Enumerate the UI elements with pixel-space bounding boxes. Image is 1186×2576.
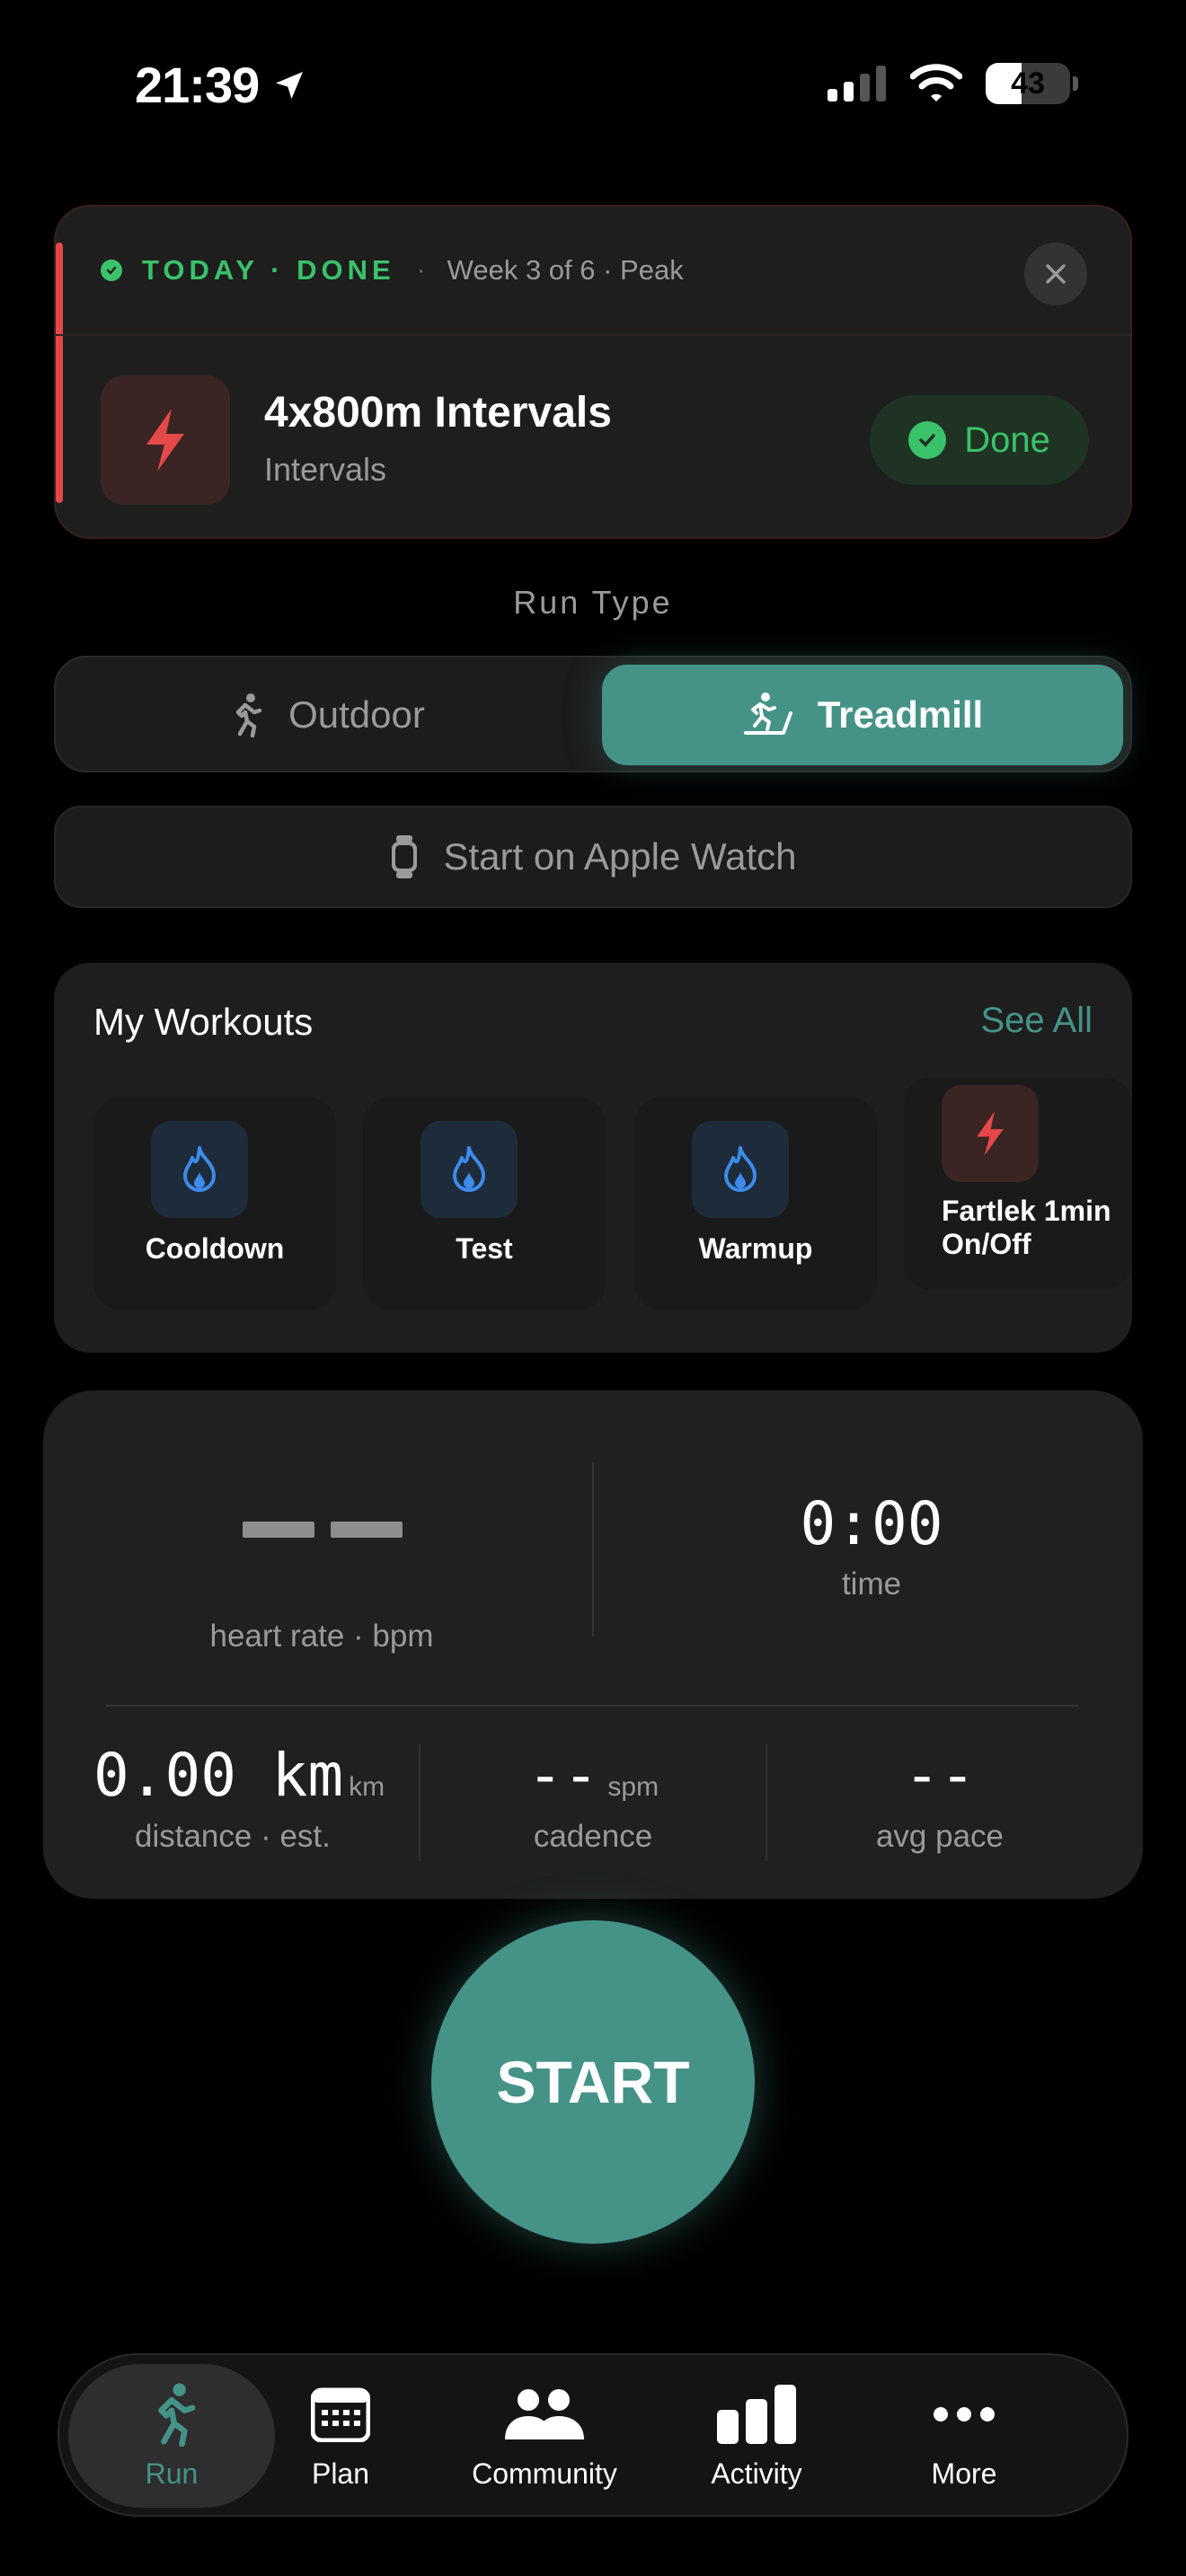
tab-label: Community <box>472 2457 617 2490</box>
today-status-label: TODAY · DONE <box>142 254 395 286</box>
distance-unit: km <box>349 1772 385 1802</box>
tab-plan[interactable]: Plan <box>244 2364 437 2508</box>
distance-stat: 0.00 km km distance · est. <box>93 1741 453 1920</box>
flame-icon <box>692 1121 789 1218</box>
battery-level: 43 <box>1011 66 1045 101</box>
today-workout-card[interactable]: TODAY · DONE · Week 3 of 6 · Peak 4x800m… <box>54 205 1132 539</box>
divider <box>592 1462 594 1636</box>
workout-tile-cooldown[interactable]: Cooldown <box>93 1098 336 1310</box>
heart-rate-label: heart rate · bpm <box>209 1619 434 1654</box>
flame-icon <box>151 1121 248 1218</box>
pace-value: -- <box>904 1741 976 1810</box>
clock-text: 21:39 <box>135 57 260 113</box>
tab-label: Activity <box>711 2457 802 2490</box>
check-circle-icon <box>908 421 947 459</box>
start-button[interactable]: START <box>431 1920 755 2244</box>
location-arrow-icon <box>276 71 304 99</box>
flame-icon <box>420 1121 518 1218</box>
workout-tile-warmup[interactable]: Warmup <box>634 1098 877 1310</box>
cellular-signal-icon <box>828 66 886 101</box>
check-circle-icon <box>101 260 122 281</box>
pace-label: avg pace <box>875 1819 1005 1854</box>
tab-bar: Run Plan Community Activity More <box>58 2353 1128 2517</box>
cadence-label: cadence <box>533 1819 653 1854</box>
distance-label: distance · est. <box>135 1819 331 1854</box>
workout-tile-label: Fartlek 1min On/Off <box>942 1195 1111 1260</box>
bar-chart-icon <box>717 2382 796 2447</box>
workout-tile-test[interactable]: Test <box>363 1098 606 1310</box>
workout-title: 4x800m Intervals <box>264 389 612 437</box>
run-type-treadmill[interactable]: Treadmill <box>602 665 1123 765</box>
bolt-icon <box>942 1085 1039 1182</box>
watch-icon <box>391 835 417 878</box>
run-type-label: Run Type <box>513 584 673 621</box>
tab-label: Plan <box>311 2457 370 2490</box>
plan-week-text: Week 3 of 6 · Peak <box>447 254 684 286</box>
close-icon <box>1046 264 1066 284</box>
today-header: TODAY · DONE · Week 3 of 6 · Peak <box>56 207 1130 336</box>
workout-tile-fartlek[interactable]: Fartlek 1min On/Off <box>904 1078 1132 1290</box>
tab-more[interactable]: More <box>861 2364 1067 2508</box>
status-time: 21:39 <box>135 56 307 114</box>
ellipsis-icon <box>933 2382 996 2447</box>
runner-icon <box>143 2382 200 2447</box>
tab-label: More <box>931 2457 997 2490</box>
people-icon <box>501 2382 588 2447</box>
tab-community[interactable]: Community <box>437 2364 652 2508</box>
workout-tile-label: Cooldown <box>145 1232 285 1265</box>
run-type-selector: Outdoor Treadmill <box>54 656 1132 772</box>
heart-rate-placeholder <box>243 1522 403 1538</box>
calendar-icon <box>311 2382 370 2447</box>
workout-tile-label: Test <box>456 1232 513 1265</box>
done-label: Done <box>964 419 1050 460</box>
time-label: time <box>841 1566 902 1601</box>
outdoor-label: Outdoor <box>288 693 425 736</box>
workout-type: Intervals <box>264 451 387 488</box>
pace-stat: -- avg pace <box>767 1741 1112 1920</box>
close-button[interactable] <box>1024 243 1087 305</box>
my-workouts-title: My Workouts <box>93 1001 314 1043</box>
runner-icon <box>235 693 262 737</box>
cadence-unit: spm <box>607 1772 659 1802</box>
status-bar: 21:39 43 <box>0 0 1186 171</box>
distance-value: 0.00 km <box>93 1741 344 1810</box>
treadmill-icon <box>743 693 792 735</box>
treadmill-label: Treadmill <box>817 693 984 736</box>
workout-type-icon <box>101 375 230 505</box>
live-stats-card: heart rate · bpm 0:00 time 0.00 km km di… <box>43 1390 1143 1899</box>
run-type-outdoor[interactable]: Outdoor <box>65 665 586 765</box>
watch-button-label: Start on Apple Watch <box>443 835 797 878</box>
tab-activity[interactable]: Activity <box>652 2364 861 2508</box>
cadence-stat: -- spm cadence <box>420 1741 766 1920</box>
see-all-link[interactable]: See All <box>980 1001 1093 1041</box>
wifi-icon <box>910 64 962 101</box>
cadence-value: -- <box>527 1741 599 1810</box>
workout-tile-label: Warmup <box>698 1232 813 1265</box>
bolt-icon <box>146 409 184 472</box>
tab-label: Run <box>145 2457 199 2490</box>
divider <box>106 1705 1078 1707</box>
battery-indicator: 43 <box>986 63 1070 104</box>
time-value: 0:00 <box>800 1489 943 1558</box>
done-button[interactable]: Done <box>870 395 1089 485</box>
start-on-apple-watch-button[interactable]: Start on Apple Watch <box>54 806 1132 908</box>
separator-dot: · <box>416 255 426 285</box>
my-workouts-card: My Workouts See All Cooldown Test Warmup… <box>54 963 1132 1353</box>
